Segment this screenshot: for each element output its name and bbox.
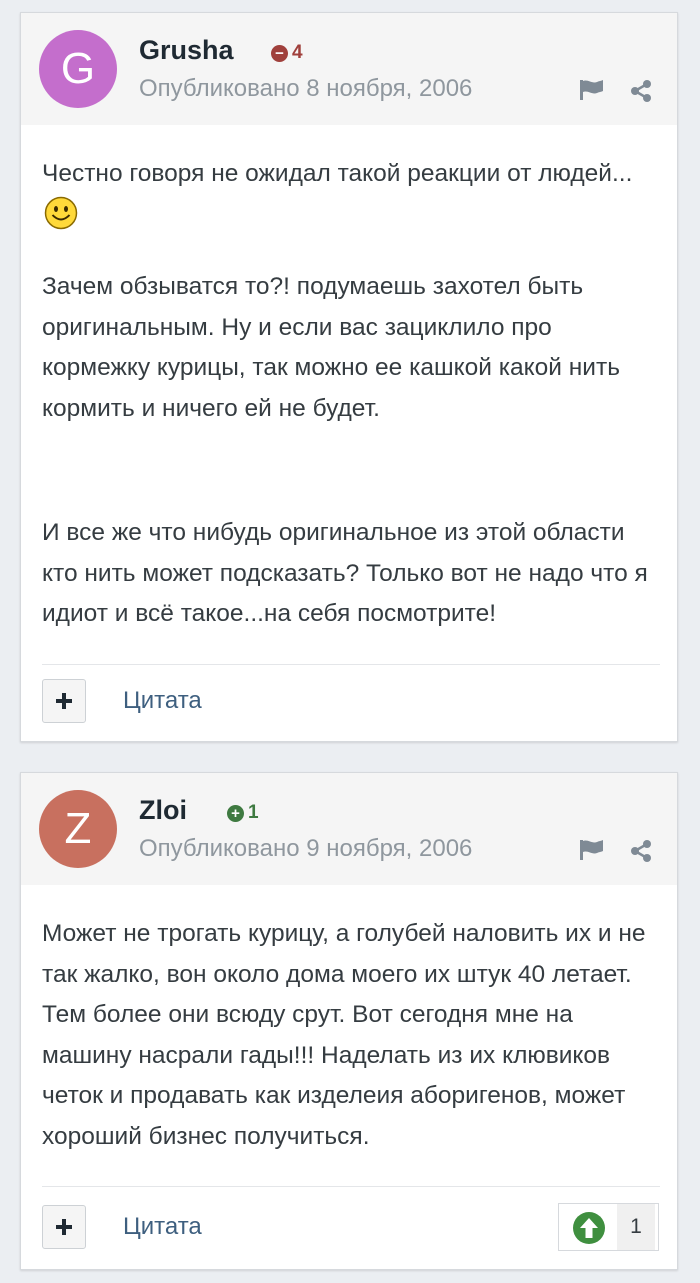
post-content: Может не трогать курицу, а голубей налов…: [42, 914, 662, 1157]
smile-emoji-icon: [44, 196, 78, 244]
minus-icon: −: [271, 44, 288, 62]
reputation-badge: + 1: [227, 802, 259, 824]
post-grusha: G Grusha − 4 Опубликовано 8 ноября, 2006…: [20, 12, 678, 742]
plus-icon: +: [227, 804, 244, 822]
reputation-count: 1: [248, 802, 259, 823]
reputation-count: 4: [292, 42, 303, 63]
plus-icon: [56, 1219, 72, 1235]
post-paragraph: Может не трогать курицу, а голубей налов…: [42, 920, 646, 1150]
author-name[interactable]: Zloi: [139, 795, 187, 826]
post-content: Честно говоря не ожидал такой реакции от…: [42, 154, 662, 635]
post-paragraph: Честно говоря не ожидал такой реакции от…: [42, 154, 662, 243]
post-header: G Grusha − 4 Опубликовано 8 ноября, 2006: [21, 13, 677, 125]
share-icon[interactable]: [629, 839, 653, 868]
post-paragraph: И все же что нибудь оригинальное из этой…: [42, 519, 648, 627]
reputation-badge: − 4: [271, 42, 303, 64]
multiquote-button[interactable]: [42, 679, 86, 723]
reactions-box[interactable]: 1: [558, 1203, 659, 1251]
reactions-count: 1: [617, 1204, 655, 1250]
share-icon[interactable]: [629, 79, 653, 108]
author-name[interactable]: Grusha: [139, 35, 234, 66]
plus-icon: [56, 693, 72, 709]
divider: [42, 1186, 660, 1187]
divider: [42, 664, 660, 665]
quote-link[interactable]: Цитата: [123, 687, 202, 715]
post-date[interactable]: Опубликовано 9 ноября, 2006: [139, 835, 472, 863]
post-date[interactable]: Опубликовано 8 ноября, 2006: [139, 75, 472, 103]
flag-icon[interactable]: [579, 839, 605, 866]
post-paragraph: Зачем обзыватся то?! подумаешь захотел б…: [42, 273, 620, 422]
avatar[interactable]: Z: [39, 790, 117, 868]
avatar[interactable]: G: [39, 30, 117, 108]
quote-link[interactable]: Цитата: [123, 1213, 202, 1241]
flag-icon[interactable]: [579, 79, 605, 106]
post-header: Z Zloi + 1 Опубликовано 9 ноября, 2006: [21, 773, 677, 885]
upvote-icon[interactable]: [572, 1211, 606, 1250]
post-zloi: Z Zloi + 1 Опубликовано 9 ноября, 2006 М…: [20, 772, 678, 1270]
multiquote-button[interactable]: [42, 1205, 86, 1249]
